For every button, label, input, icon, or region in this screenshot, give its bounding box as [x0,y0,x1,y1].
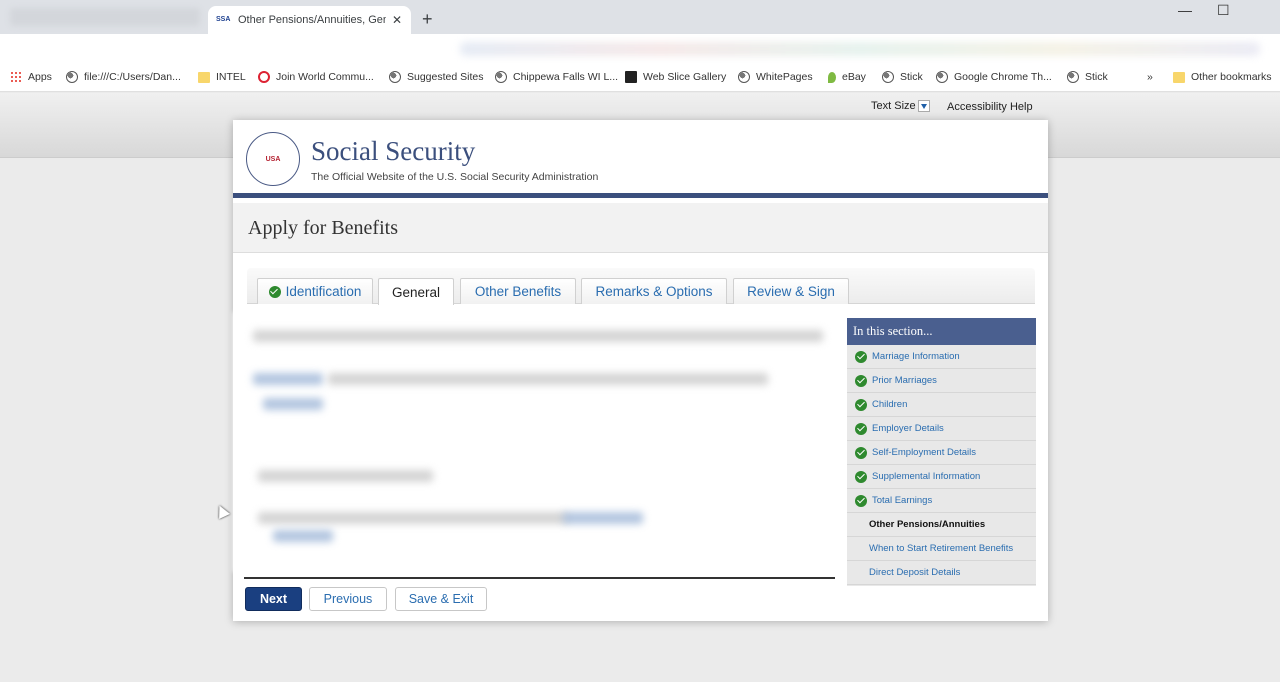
mouse-cursor-icon [214,503,230,519]
close-tab-icon[interactable]: ✕ [392,13,402,27]
site-title: Social Security [311,136,476,166]
bookmark-ebay[interactable]: eBay [828,71,866,83]
tab-review-sign[interactable]: Review & Sign [733,278,849,304]
checkmark-icon [855,422,867,435]
blurred-link [273,530,333,542]
bookmark-stick-2[interactable]: Stick [1067,71,1108,83]
chevron-down-icon [917,100,930,112]
ebay-icon [828,71,836,83]
bookmarks-bar: Apps file:///C:/Users/Dan... INTEL Join … [0,64,1280,92]
ssa-seal-icon: USA [246,132,300,186]
tab-identification[interactable]: Identification [257,278,373,304]
other-bookmarks[interactable]: Other bookmarks [1173,71,1272,83]
bookmark-whitepages[interactable]: WhitePages [738,71,813,83]
text-size-control[interactable]: Text Size [871,100,930,112]
blurred-tabs [10,8,200,26]
section-item-prior-marriages[interactable]: Prior Marriages [847,369,1036,393]
maximize-icon[interactable]: ☐ [1217,2,1230,19]
section-item-other-pensions: Other Pensions/Annuities [847,513,1036,537]
tab-other-benefits[interactable]: Other Benefits [460,278,576,304]
checkmark-icon [855,350,867,363]
bookmarks-overflow-button[interactable]: » [1147,71,1153,83]
site-subtitle: The Official Website of the U.S. Social … [311,171,599,183]
blurred-extensions [460,42,1260,56]
browser-tabstrip: SSA Other Pensions/Annuities, Gener ✕ + … [0,0,1280,34]
save-exit-button[interactable]: Save & Exit [395,587,487,611]
bookmark-suggested-sites[interactable]: Suggested Sites [389,71,483,83]
bookmark-file[interactable]: file:///C:/Users/Dan... [66,71,181,83]
content-divider [244,577,835,579]
checkmark-icon [268,285,281,298]
bookmark-chippewa[interactable]: Chippewa Falls WI L... [495,71,618,83]
folder-icon [1173,71,1185,83]
section-nav: In this section... Marriage Information … [847,318,1036,586]
globe-icon [66,71,78,83]
checkmark-icon [855,470,867,483]
globe-icon [738,71,750,83]
section-item-self-employment[interactable]: Self-Employment Details [847,441,1036,465]
ssa-header: USA Social Security The Official Website… [233,120,1048,198]
bookmark-apps[interactable]: Apps [10,71,52,83]
accessibility-help-link[interactable]: Accessibility Help [947,101,1033,113]
section-item-direct-deposit[interactable]: Direct Deposit Details [847,561,1036,585]
globe-icon [936,71,948,83]
browser-tab-title: Other Pensions/Annuities, Gener [238,14,386,26]
blurred-text-line [328,373,768,385]
section-item-children[interactable]: Children [847,393,1036,417]
globe-icon [495,71,507,83]
section-item-employer[interactable]: Employer Details [847,417,1036,441]
tab-remarks-options[interactable]: Remarks & Options [581,278,727,304]
blurred-link [253,373,323,385]
blurred-text-line [258,512,568,524]
ssa-favicon-icon: SSA [216,16,231,23]
bookmark-web-slice[interactable]: Web Slice Gallery [625,71,726,83]
next-button[interactable]: Next [245,587,302,611]
new-tab-button[interactable]: + [422,9,433,30]
page-title: Apply for Benefits [248,217,398,239]
folder-icon [198,71,210,83]
world-icon [258,71,270,83]
checkmark-icon [855,494,867,507]
tab-general[interactable]: General [378,278,454,305]
blurred-link [263,398,323,410]
blurred-text-line [258,470,433,482]
globe-icon [882,71,894,83]
section-item-retirement-start[interactable]: When to Start Retirement Benefits [847,537,1036,561]
checkmark-icon [855,446,867,459]
apply-heading-bar: Apply for Benefits [233,203,1048,253]
globe-icon [389,71,401,83]
section-item-supplemental[interactable]: Supplemental Information [847,465,1036,489]
bookmark-chrome-themes[interactable]: Google Chrome Th... [936,71,1052,83]
blurred-text-line [253,330,823,342]
section-item-marriage[interactable]: Marriage Information [847,345,1036,369]
checkmark-icon [855,398,867,411]
minimize-icon[interactable]: — [1178,2,1192,18]
application-panel: USA Social Security The Official Website… [233,120,1048,621]
bookmark-stick[interactable]: Stick [882,71,923,83]
checkmark-icon [855,374,867,387]
address-bar[interactable] [0,34,1280,64]
bookmark-join-world[interactable]: Join World Commu... [258,71,374,83]
globe-icon [1067,71,1079,83]
browser-tab-active[interactable]: SSA Other Pensions/Annuities, Gener ✕ [208,6,411,34]
application-tabs: Identification General Other Benefits Re… [247,268,1035,305]
blurred-link [563,512,643,524]
web-slice-icon [625,71,637,83]
apps-icon [10,71,22,83]
section-nav-heading: In this section... [847,318,1036,345]
previous-button[interactable]: Previous [309,587,387,611]
bookmark-intel[interactable]: INTEL [198,71,246,83]
section-item-total-earnings[interactable]: Total Earnings [847,489,1036,513]
